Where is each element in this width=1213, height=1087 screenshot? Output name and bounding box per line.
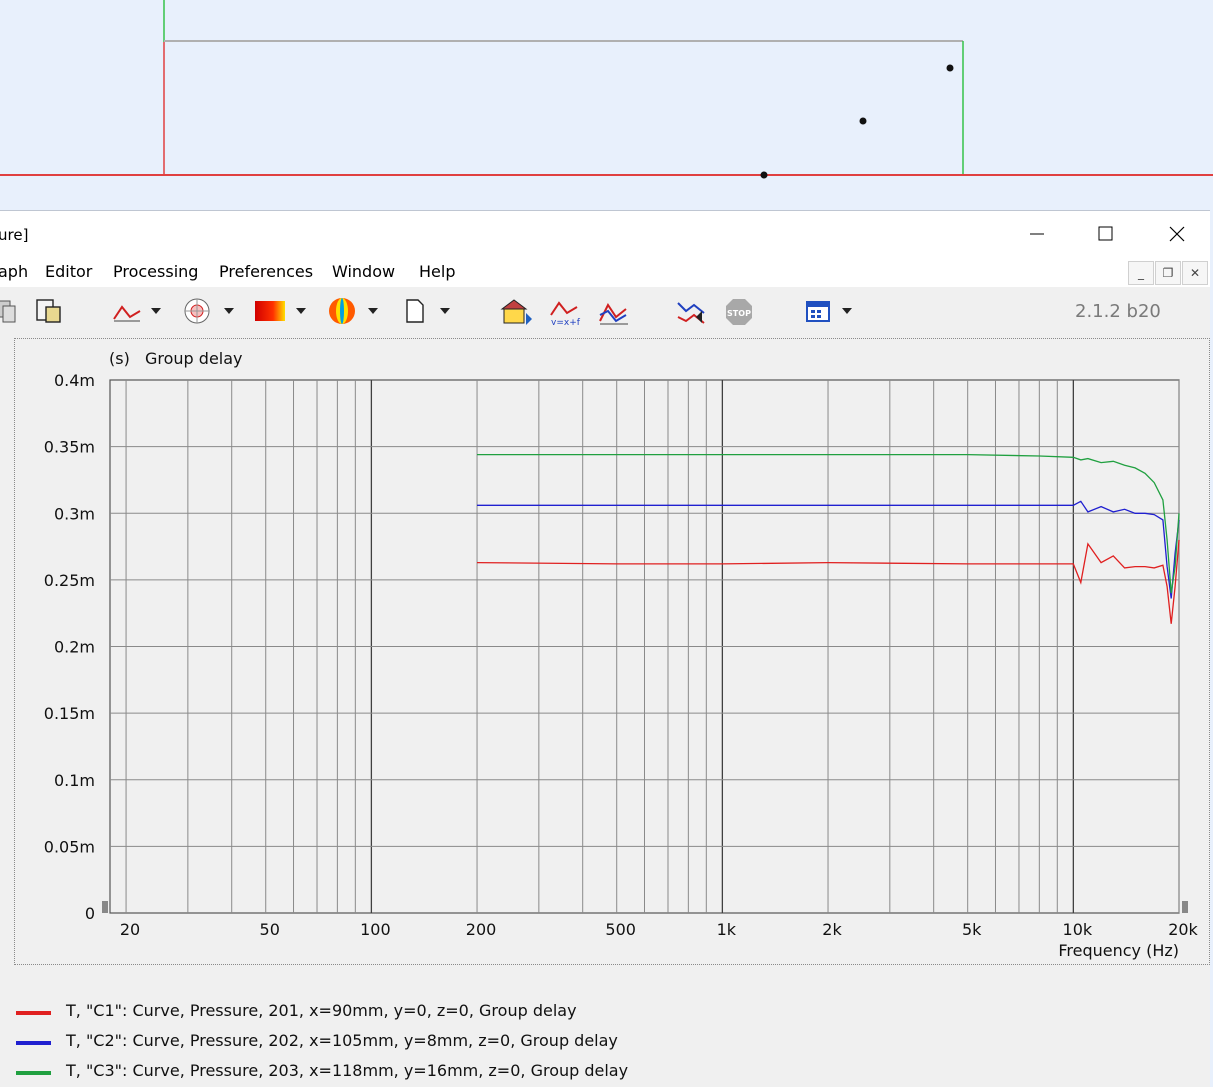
mdi-restore-icon[interactable]: ❐ bbox=[1155, 261, 1181, 285]
minimize-button[interactable] bbox=[1014, 211, 1060, 257]
x-tick-label: 20k bbox=[1168, 920, 1198, 939]
legend-swatch-c3 bbox=[16, 1071, 51, 1075]
curve-overlay-icon[interactable] bbox=[598, 297, 630, 325]
window-title: ure] bbox=[0, 226, 29, 244]
balloon-icon[interactable] bbox=[326, 297, 358, 325]
close-icon bbox=[1169, 226, 1185, 242]
menu-editor[interactable]: Editor bbox=[45, 262, 92, 281]
x-tick-label: 1k bbox=[717, 920, 737, 939]
title-bar[interactable]: ure] bbox=[0, 211, 1210, 257]
x-scroll-right-marker bbox=[1182, 901, 1188, 913]
y-tick-label: 0 bbox=[85, 904, 95, 923]
y-tick-label: 0.3m bbox=[54, 504, 95, 523]
mic-point-c2[interactable] bbox=[859, 117, 867, 125]
x-tick-label: 2k bbox=[822, 920, 842, 939]
y-tick-label: 0.4m bbox=[54, 371, 95, 390]
mdi-controls: _ ❐ ✕ bbox=[1128, 261, 1208, 285]
x-tick-label: 200 bbox=[466, 920, 497, 939]
x-tick-label: 50 bbox=[260, 920, 280, 939]
polar-chart-dropdown-icon[interactable] bbox=[224, 308, 234, 314]
menu-window[interactable]: Window bbox=[332, 262, 395, 281]
close-button[interactable] bbox=[1153, 211, 1199, 257]
plot-panel[interactable]: 0 0.05m 0.1m 0.15m 0.2m 0.25m 0.3m 0.35m 0.4m 20 5… bbox=[14, 338, 1210, 965]
x-tick-label: 500 bbox=[605, 920, 636, 939]
x-tick-label: 10k bbox=[1063, 920, 1093, 939]
y-axis-unit: (s) bbox=[109, 349, 130, 368]
mic-point-c3[interactable] bbox=[946, 64, 954, 72]
legend-swatch-c1 bbox=[16, 1011, 51, 1015]
svg-text:STOP: STOP bbox=[727, 309, 751, 318]
stop-icon[interactable]: STOP bbox=[724, 297, 754, 325]
menu-preferences[interactable]: Preferences bbox=[219, 262, 313, 281]
balloon-dropdown-icon[interactable] bbox=[368, 308, 378, 314]
polar-chart-icon[interactable] bbox=[182, 297, 214, 325]
version-label: 2.1.2 b20 bbox=[1075, 301, 1161, 322]
curve-formula-icon[interactable]: y=x+f bbox=[549, 297, 581, 325]
y-tick-label: 0.15m bbox=[44, 704, 95, 723]
copy-icon[interactable] bbox=[0, 297, 20, 325]
chart-title: Group delay bbox=[145, 349, 243, 368]
x-axis-label: Frequency (Hz) bbox=[1058, 941, 1179, 960]
legend-label-c3: T, "C3": Curve, Pressure, 203, x=118mm, … bbox=[66, 1061, 629, 1080]
menu-help[interactable]: Help bbox=[419, 262, 455, 281]
y-tick-label: 0.35m bbox=[44, 438, 95, 457]
menu-graph[interactable]: aph bbox=[0, 262, 28, 281]
menu-bar: aph Editor Processing Preferences Window… bbox=[0, 257, 1210, 287]
group-delay-chart[interactable]: 0 0.05m 0.1m 0.15m 0.2m 0.25m 0.3m 0.35m 0.4m 20 5… bbox=[15, 339, 1209, 964]
maximize-icon bbox=[1098, 226, 1113, 241]
curve-chart-icon[interactable] bbox=[112, 297, 142, 325]
colormap-icon[interactable] bbox=[254, 297, 286, 325]
mic-point-c1[interactable] bbox=[760, 171, 768, 179]
curve-chart-dropdown-icon[interactable] bbox=[151, 308, 161, 314]
mdi-minimize-icon[interactable]: _ bbox=[1128, 261, 1154, 285]
y-tick-label: 0.1m bbox=[54, 771, 95, 790]
box-import-icon[interactable] bbox=[500, 297, 534, 325]
x-scroll-left-marker bbox=[102, 901, 108, 913]
clipboard-icon[interactable] bbox=[34, 297, 64, 325]
y-tick-label: 0.2m bbox=[54, 638, 95, 657]
x-tick-label: 20 bbox=[120, 920, 140, 939]
x-tick-label: 5k bbox=[962, 920, 982, 939]
minimize-icon bbox=[1030, 233, 1044, 235]
legend-label-c2: T, "C2": Curve, Pressure, 202, x=105mm, … bbox=[66, 1031, 618, 1050]
export-curve-icon[interactable] bbox=[676, 297, 708, 325]
legend-label-c1: T, "C1": Curve, Pressure, 201, x=90mm, y… bbox=[66, 1001, 577, 1020]
colormap-dropdown-icon[interactable] bbox=[296, 308, 306, 314]
legend-swatch-c2 bbox=[16, 1041, 51, 1045]
y-tick-label: 0.25m bbox=[44, 571, 95, 590]
menu-processing[interactable]: Processing bbox=[113, 262, 198, 281]
calendar-icon[interactable] bbox=[804, 297, 832, 325]
graph-window: ure] aph Editor Processing Preferences W… bbox=[0, 210, 1210, 1087]
calendar-dropdown-icon[interactable] bbox=[842, 308, 852, 314]
x-tick-label: 100 bbox=[360, 920, 391, 939]
new-page-icon[interactable] bbox=[402, 297, 428, 325]
new-page-dropdown-icon[interactable] bbox=[440, 308, 450, 314]
geometry-canvas bbox=[0, 0, 1213, 179]
maximize-button[interactable] bbox=[1082, 211, 1128, 257]
toolbar: y=x+f STOP 2.1.2 b20 bbox=[0, 287, 1210, 335]
geometry-view[interactable] bbox=[0, 0, 1213, 210]
mdi-close-icon[interactable]: ✕ bbox=[1182, 261, 1208, 285]
y-tick-label: 0.05m bbox=[44, 837, 95, 856]
svg-text:y=x+f: y=x+f bbox=[551, 318, 581, 325]
